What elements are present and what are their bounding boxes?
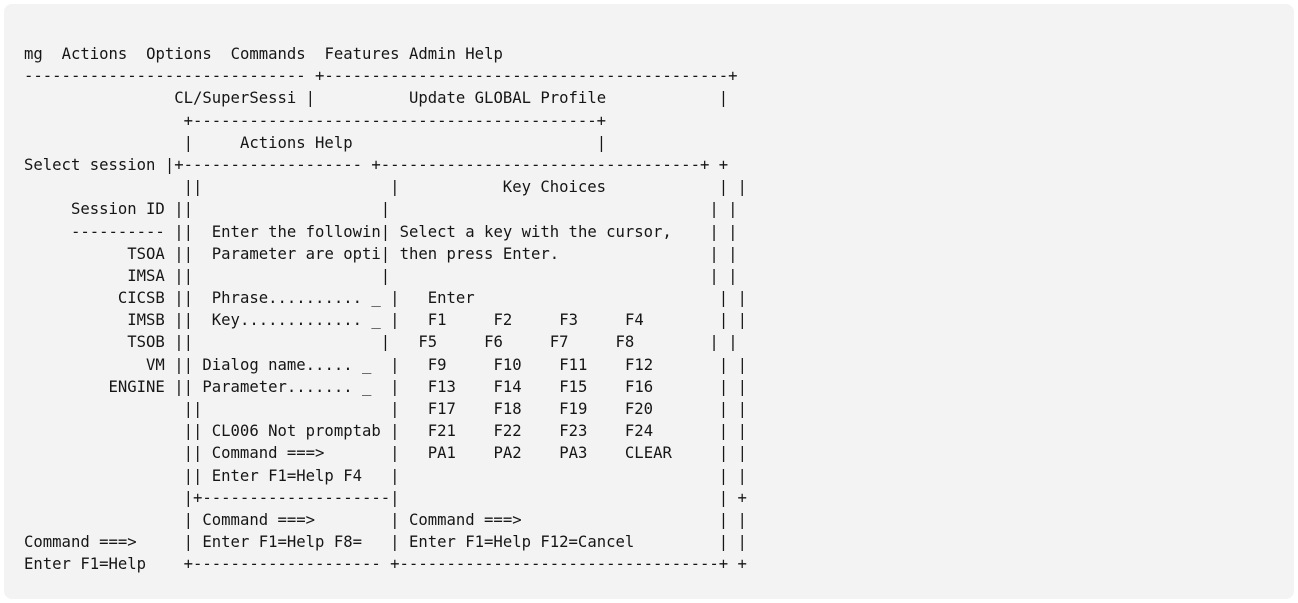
session-item[interactable]: TSOB [24,333,165,351]
key-choice-f13[interactable]: F13 [428,378,456,396]
key-title-row: || | Key Choices | | [24,178,747,197]
session-item[interactable]: VM [24,356,165,374]
key-choices-command-prompt[interactable]: Command ===> [409,511,719,529]
key-choice-f23[interactable]: F23 [559,422,587,440]
dialog-name-row: VM || Dialog name..... _ | F9 F10 F11 F1… [24,355,747,374]
key-input[interactable]: _ [371,311,380,329]
key-choice-f17[interactable]: F17 [428,400,456,418]
session-id-header: Session ID [24,200,165,219]
key-row: IMSB || Key............. _ | F1 F2 F3 F4… [24,311,747,330]
key-choices-title: Key Choices [399,178,719,197]
key-choice-f7[interactable]: F7 [550,333,569,351]
help-command-row: || Command ===> | PA1 PA2 PA3 CLEAR | | [24,444,747,463]
select-row: Select session |+------------------- +--… [24,155,729,174]
help-instruction: Parameter are opti [211,244,381,263]
terminal-text-area: mg Actions Options Commands Features Adm… [24,43,747,576]
help-bottom-border: |+--------------------| | + [24,488,747,507]
key-choice-enter[interactable]: Enter [428,289,475,307]
main-function-keys: Enter F1=Help [24,555,184,574]
parameter-input[interactable]: _ [362,378,371,396]
session-id-rule: ---------- [24,222,165,241]
session-item[interactable]: IMSB [24,311,165,329]
key-choice-clear[interactable]: CLEAR [625,444,672,462]
help-window-title: Actions Help [239,133,597,152]
key-choice-f18[interactable]: F18 [493,400,521,418]
menu-help[interactable]: Help [465,45,503,63]
parameter-row: ENGINE || Parameter....... _ | F13 F14 F… [24,377,747,396]
menu-bar: mg Actions Options Commands Features Adm… [24,43,747,65]
profile-command-row: | Command ===> | Command ===> | | [24,510,747,529]
title-row: CL/SuperSessi | Update GLOBAL Profile | [174,89,729,108]
menu-options[interactable]: Options [146,45,212,63]
key-choice-f11[interactable]: F11 [559,356,587,374]
dialog-name-input[interactable]: _ [362,356,371,374]
instruction-row-1: ---------- || Enter the followin| Select… [24,222,738,241]
main-fkey-row: Enter F1=Help +-------------------- +---… [24,555,747,574]
profile-window-title: Update GLOBAL Profile [315,89,710,108]
session-instruction: Select session [24,155,156,174]
key-choices-function-keys: Enter F1=Help F12=Cancel [408,533,719,552]
key-label: Key............. [211,311,372,330]
profile-command-prompt[interactable]: Command ===> [202,511,390,529]
key-choice-f4[interactable]: F4 [625,311,644,329]
session-panel-title: CL/SuperSessi [174,89,297,108]
help-instruction: Enter the followin [211,222,381,241]
phrase-label: Phrase.......... [211,289,372,308]
profile-function-keys: Enter F1=Help F8= [202,533,391,552]
key-choice-pa3[interactable]: PA3 [559,444,587,462]
message-row: || CL006 Not promptab | F21 F22 F23 F24 … [24,422,747,441]
menu-features[interactable]: Features [324,45,399,63]
key-choice-f19[interactable]: F19 [559,400,587,418]
menu-commands[interactable]: Commands [231,45,306,63]
key-choice-f20[interactable]: F20 [625,400,653,418]
help-message: CL006 Not promptab [211,422,391,441]
key-choice-f14[interactable]: F14 [493,378,521,396]
key-choices-instruction: Select a key with the cursor, [399,222,710,241]
key-choice-f15[interactable]: F15 [559,378,587,396]
instruction-row-2: TSOA || Parameter are opti| then press E… [24,244,738,263]
menu-admin[interactable]: Admin [409,45,456,63]
key-choice-f8[interactable]: F8 [616,333,635,351]
phrase-input[interactable]: _ [371,289,380,307]
help-command-prompt[interactable]: Command ===> [212,444,390,462]
key-choice-f3[interactable]: F3 [559,311,578,329]
session-item[interactable]: IMSA [24,267,165,285]
session-item[interactable]: TSOA [24,245,165,263]
session-item[interactable]: ENGINE [24,378,164,396]
profile-divider: +---------------------------------------… [24,111,607,130]
help-title-row: | Actions Help | [24,133,607,152]
key-choice-pa2[interactable]: PA2 [493,444,521,462]
frame-top: ------------------------------ +--------… [24,67,738,86]
dialog-name-label: Dialog name..... [202,355,362,374]
key-choice-f1[interactable]: F1 [428,311,447,329]
main-command-row: Command ===> | Enter F1=Help F8= | Enter… [24,533,747,552]
help-function-keys: Enter F1=Help F4 [211,466,391,485]
key-row: || | F17 F18 F19 F20 | | [24,400,747,418]
phrase-row: CICSB || Phrase.......... _ | Enter | | [24,289,747,308]
main-command-prompt[interactable]: Command ===> [24,533,184,551]
session-item[interactable]: CICSB [24,289,165,307]
parameter-label: Parameter....... [202,377,362,396]
menu-mg[interactable]: mg [24,45,43,63]
key-choice-f12[interactable]: F12 [625,356,653,374]
session-row: IMSA || | | | [24,266,738,285]
help-fkey-row: || Enter F1=Help F4 | | | [24,466,747,485]
key-choice-f21[interactable]: F21 [428,422,456,440]
menu-actions[interactable]: Actions [62,45,128,63]
key-choice-f5[interactable]: F5 [418,333,437,351]
key-choice-f16[interactable]: F16 [625,378,653,396]
session-row: TSOB || | F5 F6 F7 F8 | | [24,333,738,352]
session-header-row: Session ID || | | | [24,200,738,219]
key-choice-f2[interactable]: F2 [493,311,512,329]
key-choice-pa1[interactable]: PA1 [428,444,456,462]
key-choice-f22[interactable]: F22 [493,422,521,440]
key-choice-f10[interactable]: F10 [493,356,521,374]
key-choice-f9[interactable]: F9 [428,356,447,374]
terminal-screen: mg Actions Options Commands Features Adm… [4,4,1294,599]
key-choice-f24[interactable]: F24 [625,422,653,440]
key-choice-f6[interactable]: F6 [484,333,503,351]
key-choices-instruction: then press Enter. [399,244,710,263]
